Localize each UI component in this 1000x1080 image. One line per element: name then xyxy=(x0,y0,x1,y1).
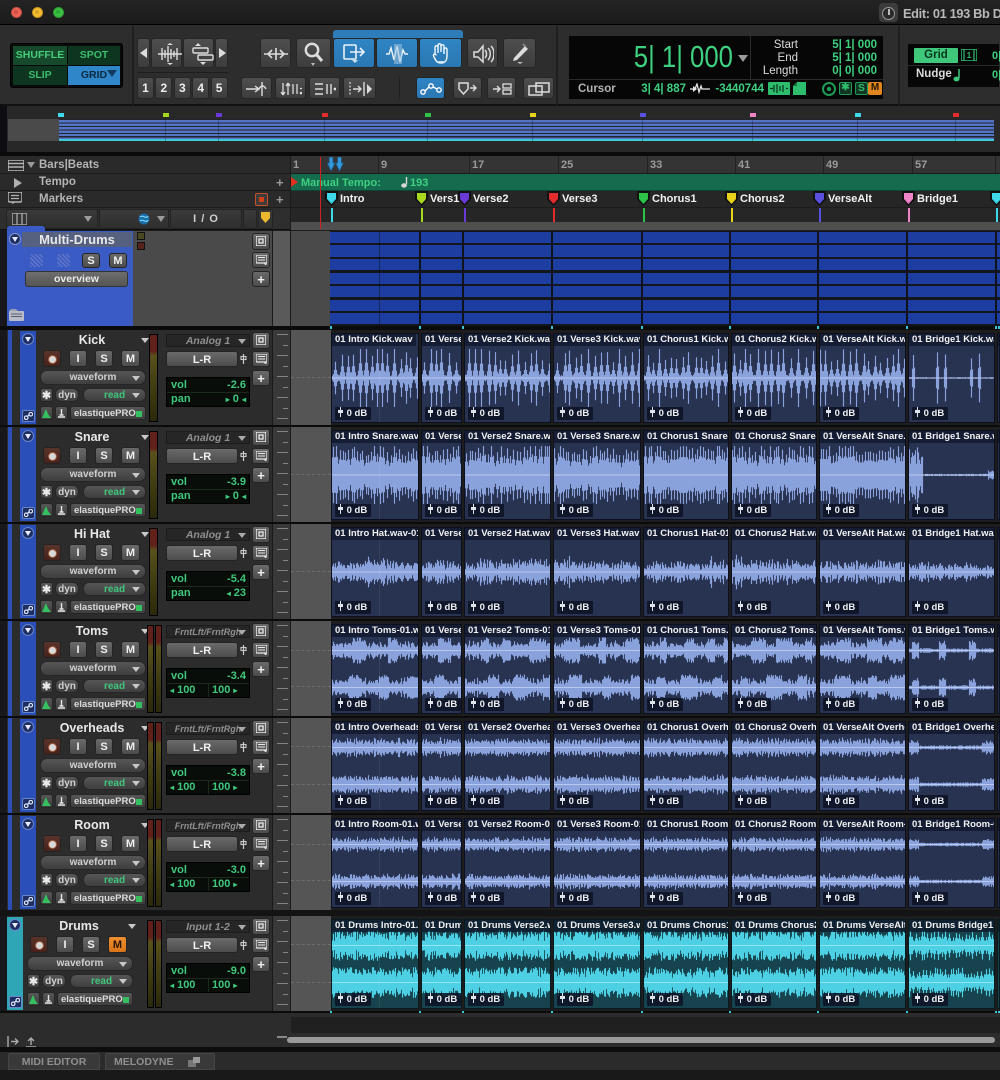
svg-text:1: 1 xyxy=(967,51,972,60)
